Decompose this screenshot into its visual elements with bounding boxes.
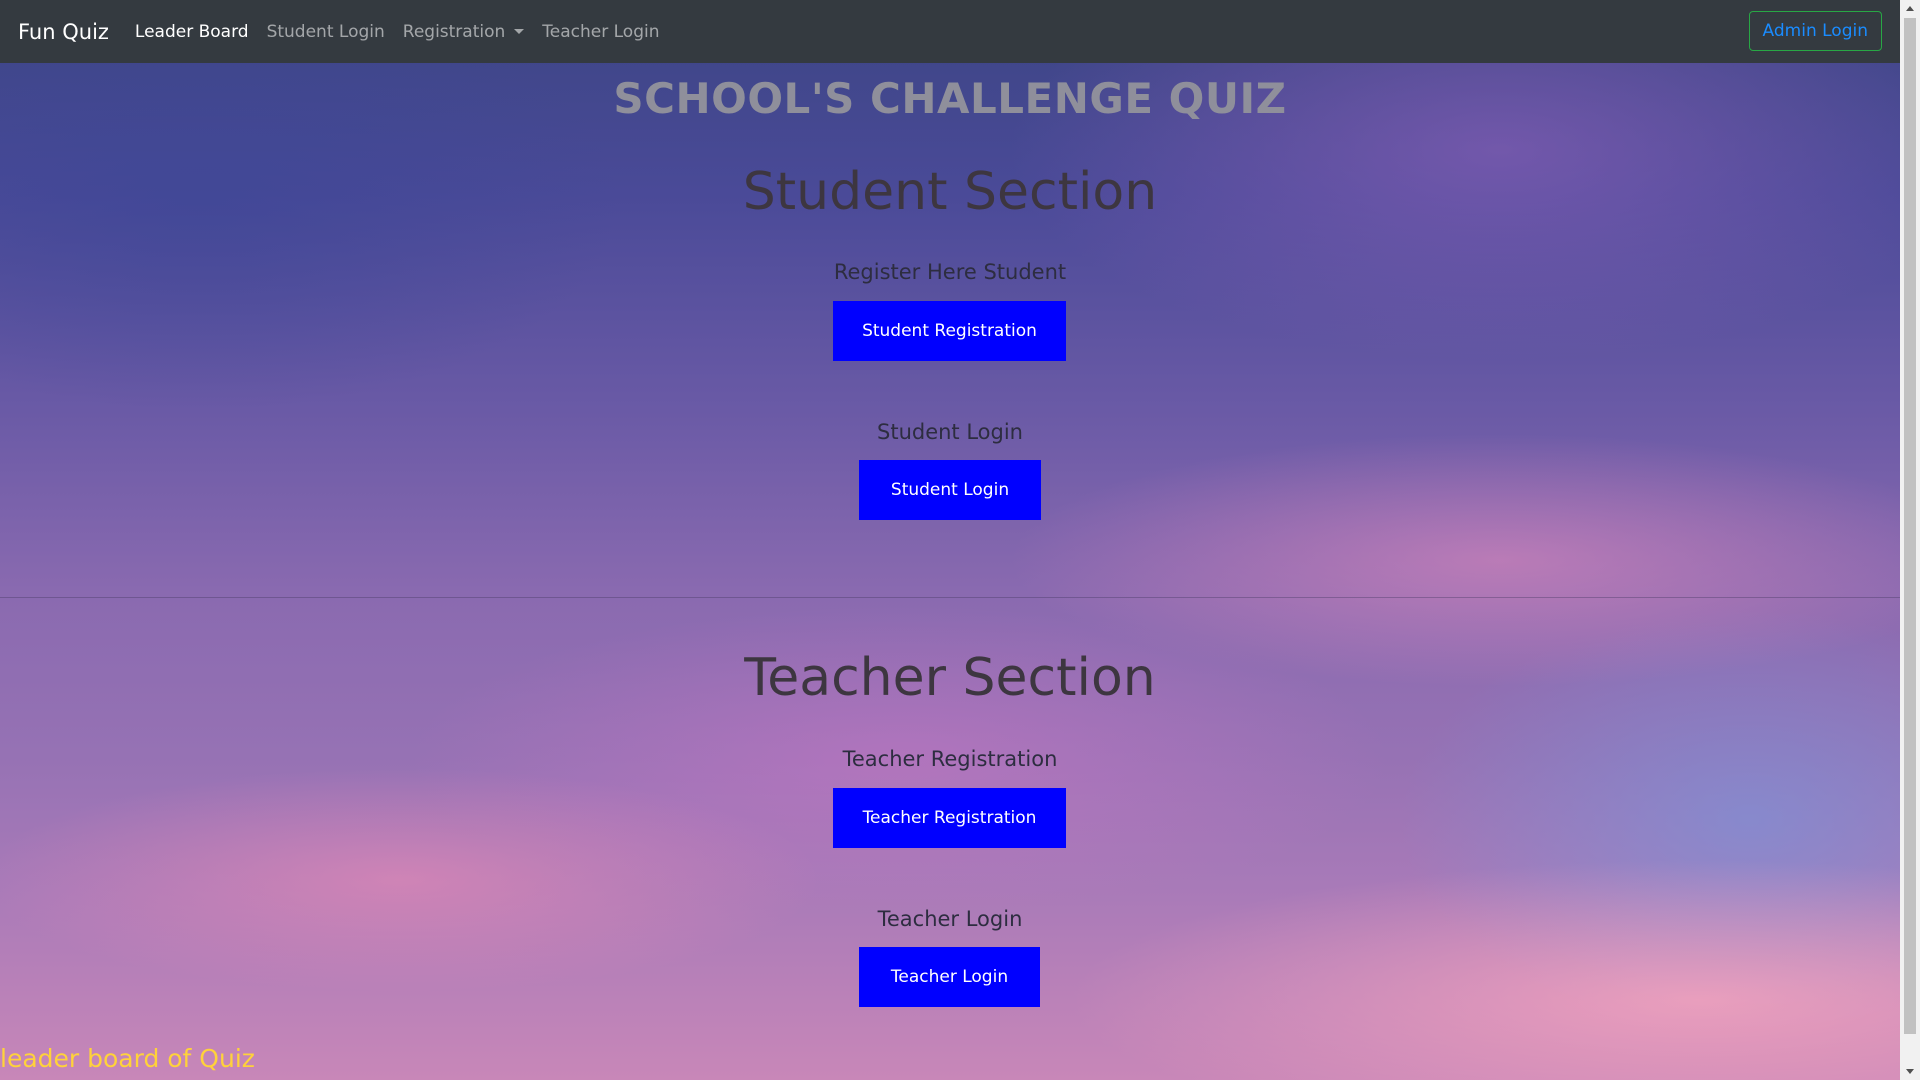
student-login-button[interactable]: Student Login [859,460,1041,520]
teacher-register-label: Teacher Registration [842,747,1058,771]
student-register-label: Register Here Student [833,260,1067,284]
teacher-section-heading: Teacher Section [744,648,1156,708]
admin-login-button[interactable]: Admin Login [1748,11,1882,51]
vertical-scrollbar[interactable] [1900,0,1920,1080]
scroll-up-arrow-icon[interactable] [1906,6,1914,11]
nav-teacher-login[interactable]: Teacher Login [542,22,659,42]
teacher-registration-button[interactable]: Teacher Registration [833,788,1066,848]
scrollbar-thumb[interactable] [1904,18,1916,1034]
teacher-login-button[interactable]: Teacher Login [859,947,1040,1007]
brand-link[interactable]: Fun Quiz [18,20,109,44]
nav-leader-board[interactable]: Leader Board [135,22,249,42]
student-section-heading: Student Section [742,162,1158,222]
footer-leaderboard-text: leader board of Quiz [0,1044,255,1073]
student-registration-button[interactable]: Student Registration [833,301,1066,361]
teacher-login-label: Teacher Login [877,907,1023,931]
teacher-register-button-row: Teacher Registration [0,788,1900,848]
nav-registration-dropdown[interactable]: Registration [403,22,525,42]
student-login-button-row: Student Login [0,460,1900,520]
student-login-label: Student Login [877,420,1023,444]
caret-down-icon [514,29,525,34]
nav-student-login[interactable]: Student Login [267,22,385,42]
section-divider [0,597,1900,598]
page-title: SCHOOL'S CHALLENGE QUIZ [613,74,1287,123]
teacher-login-button-row: Teacher Login [0,947,1900,1007]
viewport: Fun Quiz Leader Board Student Login Regi… [0,0,1920,1080]
top-navbar: Fun Quiz Leader Board Student Login Regi… [0,0,1900,63]
scroll-down-arrow-icon[interactable] [1906,1069,1914,1074]
student-register-button-row: Student Registration [0,301,1900,361]
page-background: Fun Quiz Leader Board Student Login Regi… [0,0,1900,1080]
nav-registration-label: Registration [402,21,506,42]
